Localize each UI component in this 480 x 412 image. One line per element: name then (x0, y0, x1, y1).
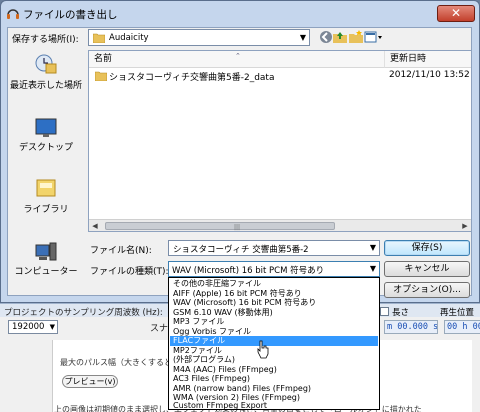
filetype-option[interactable]: その他の非圧縮ファイル (170, 279, 378, 289)
filetype-option[interactable]: AC3 Files (FFmpeg) (170, 374, 378, 384)
project-rate-label: プロジェクトのサンプリング周波数 (Hz): (4, 308, 163, 318)
up-folder-icon[interactable] (332, 29, 348, 45)
file-list[interactable]: 名前 ⌃ 更新日時 ショスタコーヴィチ交響曲第5番-2_data 2012/11… (88, 50, 472, 232)
filetype-option[interactable]: AIFF (Apple) 16 bit PCM 符号あり (170, 289, 378, 299)
filetype-option[interactable]: AMR (narrow band) Files (FFmpeg) (170, 384, 378, 394)
save-in-label: 保存する場所(I): (12, 35, 79, 45)
snap-label: スナ (150, 324, 169, 334)
preview-button[interactable]: プレビュー(v) (62, 375, 118, 388)
filetype-option[interactable]: MP2ファイル (170, 346, 378, 356)
horizontal-scrollbar[interactable]: ◀ ||| ▶ (89, 219, 471, 231)
filetype-option[interactable]: (外部プログラム) (170, 355, 378, 365)
file-date: 2012/11/10 13:52 (389, 70, 470, 80)
filetype-option[interactable]: M4A (AAC) Files (FFmpeg) (170, 365, 378, 375)
selection-time-field[interactable]: m 00.000 s (384, 320, 438, 334)
place-label: デスクトップ (18, 143, 73, 153)
filename-field[interactable]: ショスタコーヴィチ 交響曲第5番-2 ▼ (168, 240, 380, 256)
filename-value: ショスタコーヴィチ 交響曲第5番-2 (173, 245, 309, 255)
filetype-option[interactable]: MP3 ファイル (170, 317, 378, 327)
computer-icon (35, 242, 57, 261)
length-checkbox[interactable] (380, 307, 389, 316)
chevron-down-icon: ▼ (369, 264, 376, 273)
project-rate-select[interactable]: 192000 ▼ (8, 320, 58, 334)
place-recent[interactable]: 最近表示した場所 (8, 50, 84, 112)
mouse-cursor-icon (257, 340, 269, 359)
chevron-down-icon: ▼ (49, 323, 55, 331)
column-header-name[interactable]: 名前 ⌃ (89, 51, 385, 68)
place-computer[interactable]: コンピューター (8, 240, 84, 284)
scroll-left-icon[interactable]: ◀ (89, 220, 101, 231)
cancel-button[interactable]: キャンセル (384, 261, 470, 277)
place-label: ライブラリ (23, 205, 69, 215)
place-desktop[interactable]: デスクトップ (8, 116, 84, 156)
grip-icon: ||| (234, 224, 241, 231)
options-button[interactable]: オプション(O)... (384, 282, 470, 298)
filetype-option-selected[interactable]: FLACファイル (170, 336, 378, 346)
filetype-label: ファイルの種類(T): (90, 267, 169, 277)
file-row[interactable]: ショスタコーヴィチ交響曲第5番-2_data 2012/11/10 13:52 (89, 69, 471, 83)
position-time-field[interactable]: 00 h 00 (444, 320, 480, 334)
save-button[interactable]: 保存(S) (384, 240, 470, 256)
title-bar[interactable]: ファイルの書き出し ✕ (1, 1, 479, 27)
dialog-title: ファイルの書き出し (23, 9, 118, 21)
file-name: ショスタコーヴィチ交響曲第5番-2_data (109, 73, 275, 83)
place-label: コンピューター (14, 267, 78, 277)
desktop-icon (35, 118, 57, 137)
chevron-down-icon: ▼ (299, 33, 306, 42)
position-label: 再生位置 (440, 308, 475, 318)
places-bar: 最近表示した場所 デスクトップ ライブラリ コンピューター (8, 50, 84, 294)
filetype-select[interactable]: WAV (Microsoft) 16 bit PCM 符号あり ▼ (168, 261, 380, 277)
folder-icon (93, 33, 105, 43)
filetype-dropdown-list: その他の非圧縮ファイル AIFF (Apple) 16 bit PCM 符号あり… (168, 277, 380, 410)
length-label: 長さ (392, 308, 410, 318)
place-libraries[interactable]: ライブラリ (8, 176, 84, 220)
view-menu-icon[interactable] (364, 29, 384, 45)
save-in-combo[interactable]: Audaicity ▼ (88, 29, 310, 46)
headphones-icon (7, 9, 19, 19)
place-label: 最近表示した場所 (9, 81, 82, 91)
close-button[interactable]: ✕ (437, 5, 475, 22)
sort-ascending-icon: ⌃ (235, 52, 241, 60)
filetype-option[interactable]: WAV (Microsoft) 16 bit PCM 符号あり (170, 298, 378, 308)
scrollbar-thumb[interactable]: ||| (105, 222, 335, 231)
filetype-option[interactable]: Custom FFmpeg Export (170, 401, 378, 411)
chevron-down-icon: ▼ (369, 243, 376, 252)
filename-label: ファイル名(N): (90, 246, 152, 256)
filetype-value: WAV (Microsoft) 16 bit PCM 符号あり (172, 266, 325, 276)
filetype-option[interactable]: Ogg Vorbis ファイル (170, 327, 378, 337)
libraries-icon (36, 179, 56, 197)
folder-icon (95, 71, 107, 81)
filetype-option[interactable]: GSM 6.10 WAV (移動体用) (170, 308, 378, 318)
column-header-modified[interactable]: 更新日時 (385, 51, 471, 68)
recent-places-icon (35, 54, 57, 74)
new-folder-icon[interactable] (348, 29, 364, 45)
close-icon: ✕ (450, 6, 462, 20)
scroll-right-icon[interactable]: ▶ (459, 220, 471, 231)
save-in-value: Audaicity (109, 33, 149, 43)
